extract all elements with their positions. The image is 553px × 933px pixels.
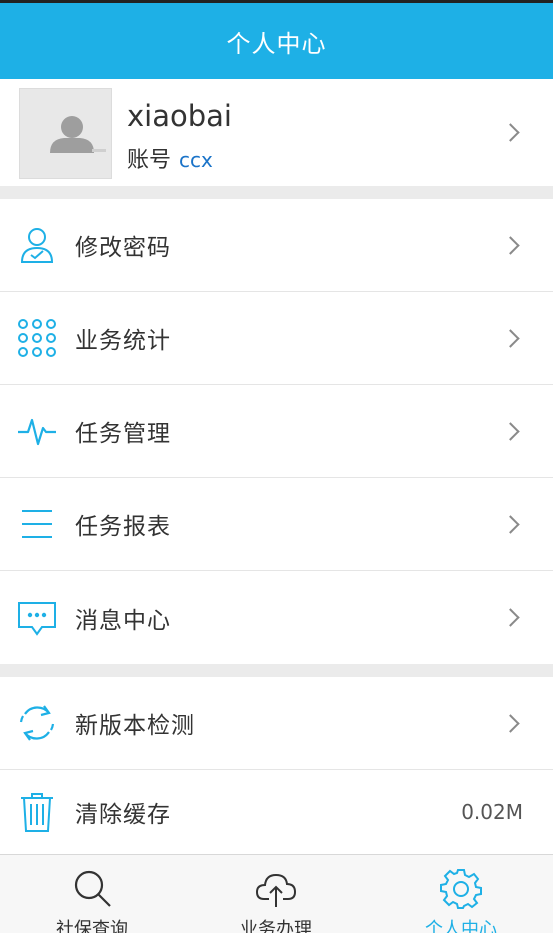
tab-label: 业务办理: [240, 919, 312, 933]
refresh-icon: [19, 705, 55, 741]
menu-item-label: 消息中心: [75, 607, 171, 634]
message-icon: [18, 601, 56, 636]
avatar: [19, 88, 112, 179]
chevron-right-icon: [501, 713, 520, 733]
account-value: ccx: [179, 148, 213, 172]
menu-item-label: 新版本检测: [75, 713, 195, 739]
chevron-right-icon: [501, 235, 520, 255]
tab-label: 社保查询: [56, 919, 128, 933]
person-placeholder-icon: [50, 116, 106, 153]
profile-name: xiaobai: [127, 99, 232, 133]
chevron-right-icon: [501, 328, 520, 348]
bottom-tab-bar: 社保查询 业务办理 个人中心: [0, 854, 553, 933]
menu-item-task-report[interactable]: 任务报表: [0, 478, 553, 571]
menu-item-label: 修改密码: [75, 235, 171, 261]
user-check-icon: [20, 228, 54, 263]
menu-item-label: 清除缓存: [75, 802, 171, 828]
app-header: 个人中心: [0, 0, 553, 79]
menu-item-business-stats[interactable]: 业务统计: [0, 292, 553, 385]
section-divider: [0, 186, 553, 199]
section-divider: [0, 664, 553, 677]
pulse-icon: [18, 418, 56, 446]
tab-personal-center[interactable]: 个人中心: [369, 855, 553, 933]
menu-item-check-version[interactable]: 新版本检测: [0, 677, 553, 770]
chevron-right-icon: [501, 421, 520, 441]
menu-item-change-password[interactable]: 修改密码: [0, 199, 553, 292]
list-lines-icon: [22, 510, 52, 538]
menu-item-label: 任务报表: [75, 514, 171, 540]
profile-card[interactable]: xiaobai 账号 ccx: [0, 79, 553, 186]
menu-item-task-management[interactable]: 任务管理: [0, 385, 553, 478]
menu-item-clear-cache[interactable]: 清除缓存 0.02M: [0, 770, 553, 854]
search-icon: [74, 870, 111, 907]
menu-item-label: 任务管理: [75, 421, 171, 447]
profile-account: 账号 ccx: [127, 142, 213, 174]
chevron-right-icon: [501, 514, 520, 534]
chevron-right-icon: [501, 608, 520, 627]
menu-item-label: 业务统计: [75, 328, 171, 354]
page-title: 个人中心: [226, 29, 327, 58]
gear-icon: [440, 869, 482, 909]
cache-size: 0.02M: [461, 800, 523, 824]
tab-label: 个人中心: [425, 919, 497, 933]
tab-business-handling[interactable]: 业务办理: [184, 855, 368, 933]
tab-social-security-query[interactable]: 社保查询: [0, 855, 184, 933]
chevron-right-icon: [501, 123, 520, 142]
account-label: 账号: [127, 148, 172, 173]
menu-item-message-center[interactable]: 消息中心: [0, 571, 553, 664]
trash-icon: [21, 793, 53, 832]
cloud-upload-icon: [255, 873, 297, 907]
dot-grid-icon: [18, 319, 56, 357]
